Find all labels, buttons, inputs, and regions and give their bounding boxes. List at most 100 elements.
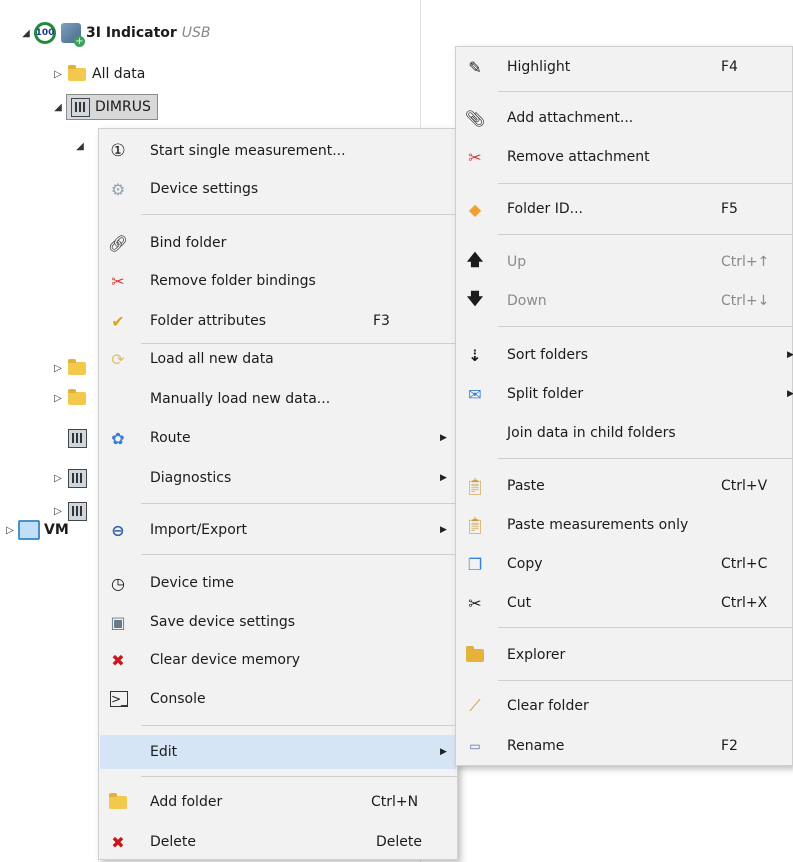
- menu-item-remove-attachment[interactable]: ✂ Remove attachment: [456, 141, 792, 173]
- selected-node: DIMRUS: [66, 94, 158, 120]
- menu-item-route[interactable]: ✿ Route ▶: [99, 422, 457, 454]
- usb-device-icon: [60, 22, 85, 47]
- collapsed-triangle-icon[interactable]: ▷: [50, 470, 66, 486]
- menu-item-up[interactable]: 🡅 Up Ctrl+↑: [456, 246, 792, 278]
- broken-link-icon: ✂: [111, 271, 125, 291]
- shortcut-key: Delete: [376, 834, 422, 850]
- menu-item-join-data[interactable]: Join data in child folders: [456, 417, 792, 449]
- gears-icon: ⚙: [110, 179, 126, 199]
- submenu-arrow-icon: ▶: [440, 525, 447, 535]
- menu-item-split-folder[interactable]: ✉ Split folder ▶: [456, 378, 793, 410]
- add-folder-icon: [107, 791, 129, 813]
- tree-node-root[interactable]: ◢ 100 3I Indicator USB: [18, 20, 211, 47]
- tree-node-label: All data: [92, 66, 146, 82]
- menu-separator: [498, 91, 792, 92]
- red-x-icon: ✖: [111, 832, 125, 852]
- menu-item-remove-bindings[interactable]: ✂ Remove folder bindings: [99, 265, 457, 297]
- shortcut-key: F3: [373, 313, 390, 329]
- tree-node-child-4[interactable]: [66, 425, 92, 451]
- menu-separator: [498, 183, 792, 184]
- menu-item-clear-folder[interactable]: ⟋ Clear folder: [456, 690, 792, 722]
- tree-node-child-1[interactable]: ◢: [72, 133, 88, 159]
- menu-item-diagnostics[interactable]: Diagnostics ▶: [99, 462, 457, 494]
- edit-submenu: ✎ Highlight F4 📎︎ Add attachment... ✂ Re…: [455, 46, 793, 766]
- menu-item-edit[interactable]: Edit ▶: [100, 735, 456, 769]
- menu-item-save-device-settings[interactable]: ▣ Save device settings: [99, 606, 457, 638]
- console-icon: >_: [110, 691, 128, 707]
- clipboard-paste-icon: 📋︎: [464, 476, 486, 496]
- scissors-icon: ✂: [468, 593, 482, 613]
- red-x-icon: ✖: [111, 650, 125, 670]
- submenu-arrow-icon: ▶: [440, 433, 447, 443]
- menu-item-paste-measurements[interactable]: 📋︎ Paste measurements only: [456, 509, 792, 541]
- menu-separator: [141, 554, 457, 555]
- split-icon: ✉: [468, 384, 482, 404]
- shortcut-key: Ctrl+V: [721, 478, 768, 494]
- building-icon: [66, 427, 88, 449]
- rename-icon: ▭: [469, 739, 481, 753]
- folder-icon: [66, 387, 88, 409]
- device-count-badge: 100: [34, 22, 56, 44]
- shortcut-key: F5: [721, 201, 738, 217]
- building-icon: [66, 500, 88, 522]
- collapsed-triangle-icon[interactable]: ▷: [50, 66, 66, 82]
- tag-icon: ◆: [468, 199, 482, 219]
- menu-item-sort-folders[interactable]: ⇣ Sort folders ▶: [456, 339, 793, 371]
- folder-icon: [66, 357, 88, 379]
- menu-item-manually-load[interactable]: Manually load new data...: [99, 383, 457, 415]
- menu-item-start-measurement[interactable]: ① Start single measurement...: [99, 135, 457, 167]
- remove-paperclip-icon: ✂: [468, 147, 482, 167]
- shortcut-key: Ctrl+X: [721, 595, 768, 611]
- menu-item-explorer[interactable]: Explorer: [456, 639, 792, 671]
- menu-item-import-export[interactable]: ⊖ Import/Export ▶: [99, 514, 457, 546]
- chain-link-icon: 🔗︎: [107, 233, 129, 253]
- menu-item-add-folder[interactable]: Add folder Ctrl+N: [99, 786, 457, 818]
- tree-node-vm[interactable]: ▷ VM: [2, 517, 69, 543]
- submenu-arrow-icon: ▶: [787, 350, 793, 360]
- menu-item-bind-folder[interactable]: 🔗︎ Bind folder: [99, 227, 457, 259]
- tree-node-label: VM: [44, 522, 69, 538]
- tree-node-all-data[interactable]: ▷ All data: [50, 61, 145, 87]
- collapsed-triangle-icon[interactable]: ▷: [2, 522, 18, 538]
- menu-item-add-attachment[interactable]: 📎︎ Add attachment...: [456, 102, 792, 134]
- menu-separator: [498, 326, 792, 327]
- tree-node-dimrus[interactable]: ◢ DIMRUS: [50, 94, 158, 120]
- menu-item-clear-device-memory[interactable]: ✖ Clear device memory: [99, 644, 457, 676]
- expanded-triangle-icon[interactable]: ◢: [18, 25, 34, 41]
- floppy-disk-icon: ▣: [110, 612, 126, 632]
- submenu-arrow-icon: ▶: [440, 747, 447, 757]
- menu-item-device-settings[interactable]: ⚙ Device settings: [99, 173, 457, 205]
- shortcut-key: Ctrl+↓: [721, 293, 770, 309]
- sort-icon: ⇣: [468, 345, 482, 365]
- menu-item-load-all-new-data[interactable]: ⟳ Load all new data: [99, 343, 457, 375]
- menu-item-rename[interactable]: ▭ Rename F2: [456, 730, 792, 762]
- menu-item-cut[interactable]: ✂ Cut Ctrl+X: [456, 587, 792, 619]
- menu-separator: [141, 214, 457, 215]
- tree-node-child-2[interactable]: ▷: [50, 355, 92, 381]
- menu-item-device-time[interactable]: ◷ Device time: [99, 567, 457, 599]
- clock-icon: ◷: [111, 573, 125, 593]
- folder-icon: [66, 63, 88, 85]
- menu-item-delete[interactable]: ✖ Delete Delete: [99, 826, 457, 858]
- number-one-icon: ①: [110, 141, 126, 161]
- expanded-triangle-icon[interactable]: ◢: [50, 99, 66, 115]
- menu-item-highlight[interactable]: ✎ Highlight F4: [456, 51, 792, 83]
- menu-item-folder-id[interactable]: ◆ Folder ID... F5: [456, 193, 792, 225]
- tree-node-child-5[interactable]: ▷: [50, 465, 92, 491]
- paperclip-icon: 📎︎: [464, 108, 486, 128]
- menu-item-down[interactable]: 🡇 Down Ctrl+↓: [456, 285, 792, 317]
- menu-item-copy[interactable]: ❐ Copy Ctrl+C: [456, 548, 792, 580]
- expanded-triangle-icon[interactable]: ◢: [72, 138, 88, 154]
- menu-item-folder-attributes[interactable]: ✔ Folder attributes F3: [99, 305, 457, 337]
- menu-item-console[interactable]: >_ Console: [99, 683, 457, 715]
- refresh-icon: ⟳: [111, 349, 125, 369]
- menu-separator: [141, 725, 457, 726]
- route-icon: ✿: [111, 428, 125, 448]
- collapsed-triangle-icon[interactable]: ▷: [50, 360, 66, 376]
- tree-node-child-3[interactable]: ▷: [50, 385, 92, 411]
- menu-item-paste[interactable]: 📋︎ Paste Ctrl+V: [456, 470, 792, 502]
- collapsed-triangle-icon[interactable]: ▷: [50, 390, 66, 406]
- shortcut-key: Ctrl+↑: [721, 254, 770, 270]
- shortcut-key: Ctrl+C: [721, 556, 768, 572]
- menu-separator: [498, 680, 792, 681]
